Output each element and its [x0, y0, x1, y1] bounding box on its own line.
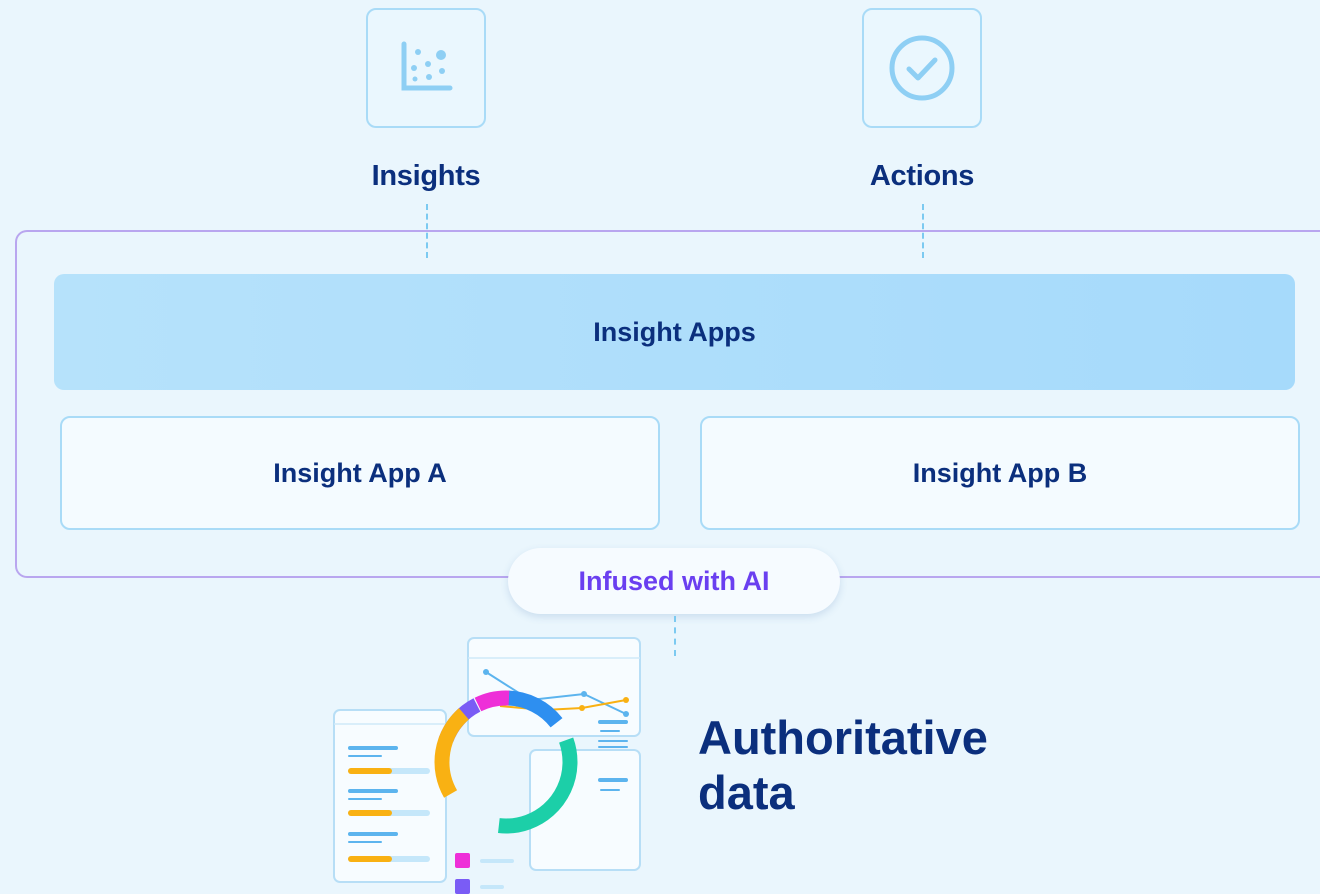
insights-label: Insights	[371, 160, 481, 192]
actions-icon-card	[862, 8, 982, 128]
ai-badge: Infused with AI	[508, 548, 840, 614]
insight-app-b-card: Insight App B	[700, 416, 1300, 530]
title-line-2: data	[698, 766, 795, 819]
scatter-chart-icon	[401, 41, 453, 91]
ai-badge-label: Infused with AI	[578, 565, 770, 596]
insight-app-b-label: Insight App B	[912, 457, 1088, 488]
check-circle-icon	[889, 35, 955, 101]
list-card	[333, 709, 447, 883]
data-illustration	[333, 637, 641, 894]
insight-app-a-label: Insight App A	[273, 457, 447, 488]
insights-icon-card	[366, 8, 486, 128]
actions-label: Actions	[869, 160, 975, 192]
data-connector	[674, 616, 676, 656]
insight-apps-bar: Insight Apps	[54, 274, 1295, 390]
authoritative-data-title: Authoritative data	[698, 710, 1098, 820]
insight-apps-label: Insight Apps	[593, 316, 756, 347]
donut-legend	[455, 853, 514, 894]
title-line-1: Authoritative	[698, 711, 988, 764]
insight-app-a-card: Insight App A	[60, 416, 660, 530]
